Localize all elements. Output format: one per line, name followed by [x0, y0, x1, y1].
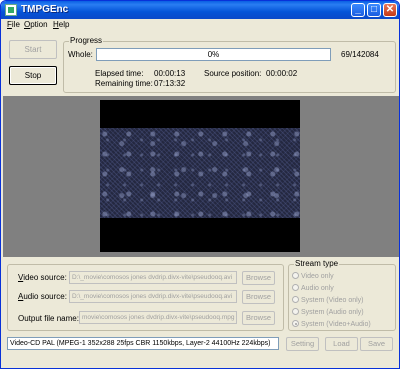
radio-system-audio-only[interactable]: System (Audio only) [292, 308, 364, 316]
progress-percent: 0% [207, 50, 220, 59]
progress-group-label: Progress [69, 36, 104, 45]
audio-browse-button[interactable]: Browse [242, 290, 275, 304]
radio-system-video-audio[interactable]: System (Video+Audio) [292, 320, 371, 328]
window-title: TMPGEnc [21, 4, 69, 15]
load-button[interactable]: Load [325, 337, 358, 351]
audio-source-field[interactable]: D:\_movie\comosos jones dvdrip.divx-vite… [69, 290, 237, 303]
audio-source-label: Audio source: [18, 292, 67, 301]
radio-dot-selected [292, 320, 299, 327]
title-bar[interactable]: TMPGEnc _ □ ✕ [1, 1, 399, 19]
elapsed-time-label: Elapsed time: [95, 69, 144, 78]
app-icon [5, 4, 17, 16]
menu-bar: File Option Help [1, 19, 399, 32]
radio-audio-only[interactable]: Audio only [292, 284, 334, 292]
video-browse-button[interactable]: Browse [242, 271, 275, 285]
remaining-time-label: Remaining time: [95, 79, 153, 88]
radio-system-video-only[interactable]: System (Video only) [292, 296, 364, 304]
whole-label: Whole: [68, 50, 93, 59]
output-browse-button[interactable]: Browse [242, 311, 275, 325]
encoding-profile-status: Video-CD PAL (MPEG-1 352x288 25fps CBR 1… [7, 337, 279, 350]
remaining-time-value: 07:13:32 [154, 79, 186, 88]
radio-dot [292, 284, 299, 291]
output-file-label: Output file name: [18, 314, 79, 323]
close-button[interactable]: ✕ [383, 3, 397, 17]
frame-counter: 69/142084 [341, 50, 379, 59]
stream-type-label: Stream type [294, 259, 340, 268]
video-source-field[interactable]: D:\_movie\comosos jones dvdrip.divx-vite… [69, 271, 237, 284]
source-position-value: 00:00:02 [266, 69, 298, 78]
whole-progress-bar: 0% [96, 48, 331, 61]
save-button[interactable]: Save [360, 337, 393, 351]
minimize-button[interactable]: _ [351, 3, 365, 17]
menu-help[interactable]: Help [53, 20, 69, 29]
maximize-button[interactable]: □ [367, 3, 381, 17]
output-file-field[interactable]: movie\comosos jones dvdrip.divx-vite\pse… [79, 311, 237, 324]
menu-file[interactable]: File [7, 20, 20, 29]
source-position-label: Source position: [204, 69, 262, 78]
radio-dot [292, 308, 299, 315]
elapsed-time-value: 00:00:13 [154, 69, 186, 78]
stop-button[interactable]: Stop [9, 66, 57, 85]
radio-dot [292, 272, 299, 279]
setting-button[interactable]: Setting [286, 337, 319, 351]
menu-option[interactable]: Option [24, 20, 48, 29]
radio-video-only[interactable]: Video only [292, 272, 334, 280]
start-button[interactable]: Start [9, 40, 57, 59]
video-frame [100, 128, 300, 218]
video-preview [100, 100, 300, 252]
video-source-label: Video source: [18, 273, 67, 282]
main-window: TMPGEnc _ □ ✕ File Option Help Start Sto… [0, 0, 400, 369]
radio-dot [292, 296, 299, 303]
